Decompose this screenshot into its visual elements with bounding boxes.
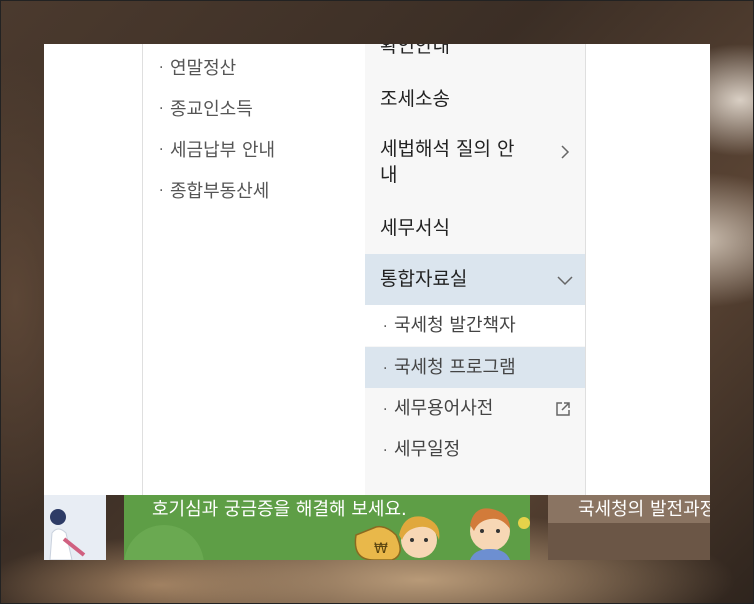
bullet: ·	[159, 142, 164, 158]
banner-illustration: ₩	[124, 508, 530, 560]
banner-card[interactable]: 국세청의 발전과정	[548, 495, 710, 560]
submenu-item[interactable]: · 세금납부 안내	[159, 136, 275, 177]
banner-text: 국세청의 발전과정	[578, 499, 710, 520]
chevron-down-icon	[557, 276, 573, 286]
bullet: ·	[383, 319, 388, 335]
menu-item-tax-litigation[interactable]: 조세소송	[365, 79, 585, 119]
banner-carousel: 호기심과 궁금증을 해결해 보세요. ₩ 국세청의 발전과정	[44, 495, 710, 560]
banner-card[interactable]: 호기심과 궁금증을 해결해 보세요. ₩	[124, 495, 530, 560]
money-bag-icon: ₩	[354, 525, 401, 560]
library-sub-item-label: 세무일정	[394, 439, 461, 460]
library-sub-item[interactable]: · 국세청 발간책자	[365, 305, 585, 346]
library-sub-item[interactable]: · 국세청 프로그램	[365, 347, 585, 388]
menu-item-integrated-library[interactable]: 통합자료실	[365, 254, 585, 305]
menu-item-label: 조세소송	[380, 88, 450, 110]
menu-item-label: 통합자료실	[380, 268, 468, 290]
external-link-icon	[556, 402, 570, 416]
banner-photo	[548, 523, 710, 560]
submenu-item[interactable]: · 종교인소득	[159, 95, 275, 136]
bullet: ·	[159, 60, 164, 76]
chevron-right-icon	[561, 145, 570, 159]
column-divider	[142, 44, 143, 495]
submenu-item-label: 연말정산	[170, 58, 237, 79]
menu-item-label: 확인안내	[380, 44, 450, 57]
bullet: ·	[159, 183, 164, 199]
mega-menu-panel: · 연말정산 · 종교인소득 · 세금납부 안내 · 종합부동산세 확인안내 조세소송 …	[44, 44, 710, 495]
bullet: ·	[159, 101, 164, 117]
library-sub-item-label: 국세청 프로그램	[394, 357, 516, 378]
bullet: ·	[383, 361, 388, 377]
library-sub-item[interactable]: · 세무용어사전	[365, 388, 585, 429]
submenu-item[interactable]: · 연말정산	[159, 54, 275, 95]
submenu-item-label: 종합부동산세	[170, 181, 270, 202]
svg-text:₩: ₩	[374, 541, 388, 557]
menu-item-tax-interpretation[interactable]: 세법해석 질의 안내	[365, 136, 585, 192]
library-sub-item[interactable]: · 세무일정	[365, 429, 585, 470]
submenu-item-label: 종교인소득	[170, 99, 253, 120]
submenu-item-label: 세금납부 안내	[170, 140, 276, 161]
bullet: ·	[383, 402, 388, 418]
menu-item-tax-forms[interactable]: 세무서식	[365, 208, 585, 248]
library-sub-item-label: 국세청 발간책자	[394, 315, 516, 336]
banner-card[interactable]	[44, 495, 106, 560]
menu-item-label: 세법해석 질의 안내	[380, 138, 515, 186]
menu-item-confirm[interactable]: 확인안내	[365, 44, 585, 64]
library-sub-item-label: 세무용어사전	[394, 398, 494, 419]
left-submenu: · 연말정산 · 종교인소득 · 세금납부 안내 · 종합부동산세	[159, 54, 275, 218]
menu-item-label: 세무서식	[380, 217, 450, 239]
bullet: ·	[383, 443, 388, 459]
person-illustration	[49, 509, 86, 560]
submenu-item[interactable]: · 종합부동산세	[159, 177, 275, 218]
menu-column: 확인안내 조세소송 세법해석 질의 안내 세무서식 통합자료실 · 국세청 발간책…	[365, 44, 585, 495]
column-divider	[585, 44, 586, 495]
